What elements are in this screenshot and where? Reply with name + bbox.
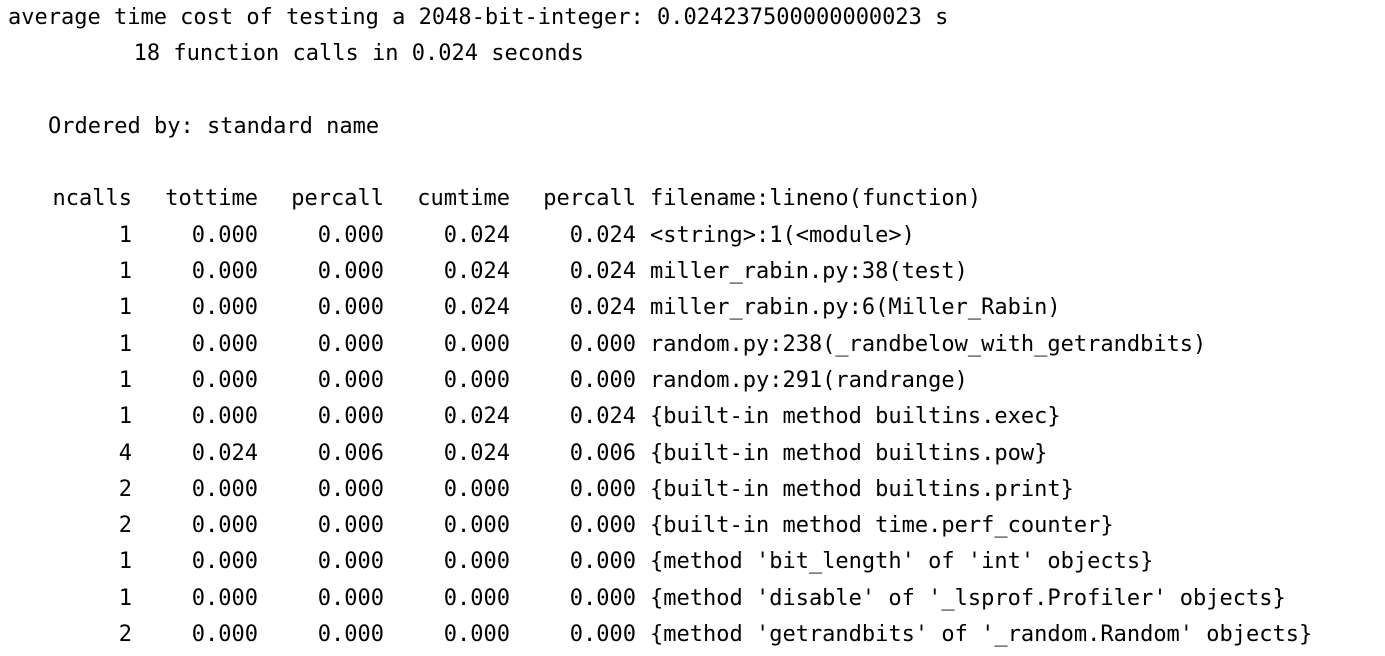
cell-percall-cumulative: 0.000	[569, 513, 636, 539]
cell-ncalls: 1	[118, 585, 132, 611]
cell-cumtime: 0.000	[443, 476, 510, 502]
cell-tottime: 0.000	[191, 259, 258, 285]
cell-cumtime: 0.024	[443, 295, 510, 321]
cell-function: {method 'disable' of '_lsprof.Profiler' …	[650, 585, 1286, 611]
cell-cumtime: 0.000	[443, 367, 510, 393]
cell-ncalls: 2	[118, 622, 132, 648]
cell-tottime: 0.000	[191, 367, 258, 393]
cell-ncalls: 1	[118, 549, 132, 575]
cell-ncalls: 2	[118, 476, 132, 502]
cell-tottime: 0.000	[191, 585, 258, 611]
table-row: 2 0.000 0.000 0.000 0.000 {built-in method ti…	[8, 508, 1378, 544]
cell-percall: 0.000	[317, 259, 384, 285]
cell-percall: 0.000	[317, 585, 384, 611]
table-row: 1 0.000 0.000 0.024 0.024 miller_rabin.py:6(M…	[8, 290, 1378, 326]
table-row: 2 0.000 0.000 0.000 0.000 {method 'getrandbit…	[8, 617, 1378, 653]
cell-function: {built-in method time.perf_counter}	[650, 513, 1114, 539]
cell-percall-cumulative: 0.024	[569, 222, 636, 248]
cell-tottime: 0.000	[191, 404, 258, 430]
cell-function: <string>:1(<module>)	[650, 222, 915, 248]
table-row: 1 0.000 0.000 0.000 0.000 random.py:238(_rand…	[8, 327, 1378, 363]
cell-percall: 0.000	[317, 622, 384, 648]
cell-function: random.py:238(_randbelow_with_getrandbit…	[650, 331, 1207, 357]
cell-cumtime: 0.000	[443, 331, 510, 357]
cell-percall: 0.000	[317, 331, 384, 357]
table-row: 2 0.000 0.000 0.000 0.000 {built-in method bu…	[8, 472, 1378, 508]
cell-cumtime: 0.000	[443, 549, 510, 575]
cell-function: miller_rabin.py:6(Miller_Rabin)	[650, 295, 1061, 321]
cell-function: {method 'getrandbits' of '_random.Random…	[650, 622, 1313, 648]
ordered-line: Ordered by: standard name	[48, 113, 380, 139]
cell-cumtime: 0.000	[443, 622, 510, 648]
cell-ncalls: 1	[118, 222, 132, 248]
cell-percall-cumulative: 0.000	[569, 331, 636, 357]
cell-tottime: 0.000	[191, 295, 258, 321]
header-tottime: tottime	[165, 186, 258, 212]
cell-percall-cumulative: 0.000	[569, 622, 636, 648]
cell-ncalls: 4	[118, 440, 132, 466]
cell-cumtime: 0.024	[443, 259, 510, 285]
cell-percall-cumulative: 0.006	[569, 440, 636, 466]
header-cumtime: cumtime	[417, 186, 510, 212]
cell-percall-cumulative: 0.000	[569, 476, 636, 502]
cell-function: {method 'bit_length' of 'int' objects}	[650, 549, 1154, 575]
cell-percall: 0.000	[317, 476, 384, 502]
table-row: 1 0.000 0.000 0.024 0.024 {built-in method bu…	[8, 399, 1378, 435]
cell-percall-cumulative: 0.024	[569, 259, 636, 285]
header-percall-cumulative: percall	[543, 186, 636, 212]
cell-function: {built-in method builtins.pow}	[650, 440, 1048, 466]
cell-percall: 0.000	[317, 404, 384, 430]
cell-percall: 0.000	[317, 295, 384, 321]
table-row: 1 0.000 0.000 0.000 0.000 {method 'bit_length…	[8, 544, 1378, 580]
cell-tottime: 0.000	[191, 476, 258, 502]
terminal-output: average time cost of testing a 2048-bit-…	[8, 0, 1378, 656]
summary-line: average time cost of testing a 2048-bit-…	[8, 5, 949, 30]
cell-percall: 0.000	[317, 549, 384, 575]
table-row: 4 0.024 0.006 0.024 0.006 {built-in method bu…	[8, 436, 1378, 472]
cell-cumtime: 0.024	[443, 404, 510, 430]
cell-percall-cumulative: 0.000	[569, 549, 636, 575]
cell-function: random.py:291(randrange)	[650, 367, 968, 393]
cell-ncalls: 1	[118, 404, 132, 430]
cell-tottime: 0.000	[191, 222, 258, 248]
cell-cumtime: 0.000	[443, 585, 510, 611]
cell-function: miller_rabin.py:38(test)	[650, 259, 968, 285]
calls-line: 18 function calls in 0.024 seconds	[133, 41, 584, 67]
cell-tottime: 0.000	[191, 513, 258, 539]
cell-ncalls: 1	[118, 367, 132, 393]
cell-ncalls: 1	[118, 259, 132, 285]
cell-percall: 0.000	[317, 367, 384, 393]
cell-cumtime: 0.024	[443, 440, 510, 466]
cell-percall: 0.000	[317, 513, 384, 539]
cell-tottime: 0.000	[191, 331, 258, 357]
cell-function: {built-in method builtins.print}	[650, 476, 1074, 502]
cell-ncalls: 1	[118, 295, 132, 321]
table-row: 1 0.000 0.000 0.000 0.000 {method 'disable' o…	[8, 581, 1378, 617]
cell-percall-cumulative: 0.000	[569, 367, 636, 393]
cell-ncalls: 1	[118, 331, 132, 357]
cell-percall-cumulative: 0.024	[569, 404, 636, 430]
cell-function: {built-in method builtins.exec}	[650, 404, 1061, 430]
table-header: ncalls tottime percall cumtime percall f…	[8, 181, 1378, 217]
cell-cumtime: 0.000	[443, 513, 510, 539]
cell-tottime: 0.000	[191, 622, 258, 648]
table-row: 1 0.000 0.000 0.000 0.000 random.py:291(randr…	[8, 363, 1378, 399]
cell-tottime: 0.024	[191, 440, 258, 466]
cell-percall: 0.000	[317, 222, 384, 248]
cell-percall-cumulative: 0.024	[569, 295, 636, 321]
cell-percall-cumulative: 0.000	[569, 585, 636, 611]
header-function: filename:lineno(function)	[650, 186, 982, 212]
table-row: 1 0.000 0.000 0.024 0.024 miller_rabin.py:38(…	[8, 254, 1378, 290]
header-percall: percall	[291, 186, 384, 212]
cell-tottime: 0.000	[191, 549, 258, 575]
cell-cumtime: 0.024	[443, 222, 510, 248]
header-ncalls: ncalls	[52, 186, 132, 212]
cell-ncalls: 2	[118, 513, 132, 539]
table-row: 1 0.000 0.000 0.024 0.024 <string>:1(<module>…	[8, 218, 1378, 254]
table-body: 1 0.000 0.000 0.024 0.024 <string>:1(<module>…	[8, 218, 1378, 654]
cell-percall: 0.006	[317, 440, 384, 466]
